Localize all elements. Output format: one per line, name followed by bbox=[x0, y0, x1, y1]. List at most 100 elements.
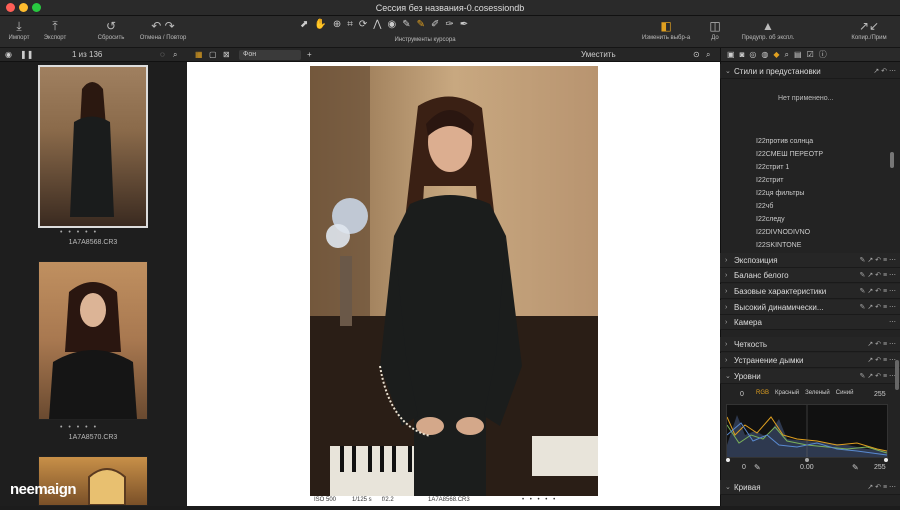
exposure-warning-button[interactable]: ▲ Предупр. об экспл. bbox=[738, 18, 798, 43]
viewer-search-icon[interactable]: ⌕ bbox=[706, 48, 710, 62]
style-item[interactable]: I22DIVNODIVNO bbox=[756, 226, 823, 239]
single-view-icon[interactable]: ▢ bbox=[209, 48, 217, 62]
exposure-section[interactable]: › Экспозиция ✎ ↗ ↶ ≡ ⋯ bbox=[720, 253, 900, 268]
pause-icon[interactable]: ❚❚ bbox=[20, 48, 33, 62]
levels-mid-handle[interactable] bbox=[805, 458, 809, 462]
output-tab-icon[interactable]: ⓘ bbox=[819, 48, 827, 61]
style-item[interactable]: I22SKINTONE bbox=[756, 239, 823, 247]
dehaze-section[interactable]: › Устранение дымки ↗ ↶ ≡ ⋯ bbox=[720, 353, 900, 368]
style-item[interactable]: I22против солнца bbox=[756, 135, 823, 148]
zoom-icon[interactable]: ⊕ bbox=[333, 19, 341, 30]
levels-histogram[interactable] bbox=[726, 404, 888, 458]
change-variant-button[interactable]: ◧ Изменить выбр-а bbox=[636, 18, 696, 43]
levels-output-high[interactable]: 255 bbox=[874, 464, 886, 471]
levels-left-handle[interactable] bbox=[726, 458, 730, 462]
channel-tab-green[interactable]: Зеленый bbox=[805, 390, 830, 396]
levels-right-handle[interactable] bbox=[884, 458, 888, 462]
close-window-button[interactable] bbox=[6, 3, 15, 12]
undo-redo-icon: ↶ ↷ bbox=[151, 19, 175, 33]
compare-view-icon[interactable]: ⊠ bbox=[223, 48, 230, 62]
picker-icon[interactable]: ✎ bbox=[402, 19, 410, 30]
section-actions-icon[interactable]: ↗ ↶ ≡ ⋯ bbox=[867, 480, 896, 495]
rotate-icon[interactable]: ⟳ bbox=[359, 19, 367, 30]
style-item[interactable]: I22ця фильтры bbox=[756, 187, 823, 200]
styles-section-header[interactable]: ⌄ Стили и предустановки ↗ ↶ ⋯ bbox=[720, 64, 900, 79]
thumbnail-1-rating[interactable]: • • • • • bbox=[60, 229, 98, 236]
section-actions-icon[interactable]: ✎ ↗ ↶ ≡ ⋯ bbox=[860, 300, 896, 315]
section-actions-icon[interactable]: ↗ ↶ ≡ ⋯ bbox=[867, 337, 896, 352]
section-actions-icon[interactable]: ✎ ↗ ↶ ≡ ⋯ bbox=[860, 284, 896, 299]
crop-icon[interactable]: ⌗ bbox=[347, 19, 353, 30]
capture-tab-icon[interactable]: ◙ bbox=[740, 48, 745, 61]
brush-icon[interactable]: ✎ bbox=[417, 19, 425, 30]
channel-tab-red[interactable]: Красный bbox=[775, 390, 799, 396]
warning-icon: ▲ bbox=[762, 19, 774, 33]
status-rating[interactable]: • • • • • bbox=[522, 497, 557, 503]
section-actions-icon[interactable]: ✎ ↗ ↶ ≡ ⋯ bbox=[860, 253, 896, 268]
undo-redo-button[interactable]: ↶ ↷ Отмена / Повтор bbox=[134, 18, 192, 43]
fit-label[interactable]: Уместить bbox=[581, 48, 616, 62]
section-actions-icon[interactable]: ✎ ↗ ↶ ≡ ⋯ bbox=[860, 268, 896, 283]
copy-apply-button[interactable]: ↗↙ Копир./Прим bbox=[840, 18, 898, 43]
annotate-icon[interactable]: ✒ bbox=[460, 19, 468, 30]
import-icon: ⤓ bbox=[16, 19, 22, 33]
style-item[interactable]: I22следу bbox=[756, 213, 823, 226]
eraser-icon[interactable]: ✐ bbox=[431, 19, 439, 30]
highlight-picker-icon[interactable]: ✎ bbox=[852, 463, 859, 472]
channel-tab-rgb[interactable]: RGB bbox=[756, 390, 769, 396]
zoom-fit-icon[interactable]: ⊙ bbox=[693, 48, 700, 62]
levels-input-low[interactable]: 0 bbox=[740, 391, 744, 398]
levels-input-high[interactable]: 255 bbox=[874, 391, 886, 398]
browser-filter-icon[interactable]: ◌ bbox=[160, 48, 165, 62]
panel-scrollbar[interactable] bbox=[895, 360, 899, 390]
thumbnail-1[interactable] bbox=[38, 65, 148, 228]
select-cursor-icon[interactable]: ⬈ bbox=[300, 19, 308, 30]
spot-icon[interactable]: ◉ bbox=[387, 19, 396, 30]
section-actions-icon[interactable]: ✎ ↗ ↶ ≡ ⋯ bbox=[860, 369, 896, 384]
style-item[interactable]: I22чб bbox=[756, 200, 823, 213]
view-eye-icon[interactable]: ◉ bbox=[5, 48, 12, 62]
high-dynamic-range-section[interactable]: › Высокий динамически... ✎ ↗ ↶ ≡ ⋯ bbox=[720, 300, 900, 315]
styles-scrollbar[interactable] bbox=[890, 152, 894, 168]
library-tab-icon[interactable]: ▣ bbox=[727, 48, 735, 61]
main-photo[interactable] bbox=[310, 66, 598, 496]
pan-hand-icon[interactable]: ✋ bbox=[314, 19, 326, 30]
before-button[interactable]: ◫ До bbox=[700, 18, 730, 43]
main-toolbar: ⤓ Импорт ⤒ Экспорт ↺ Сбросить ↶ ↷ Отмена… bbox=[0, 16, 900, 48]
import-button[interactable]: ⤓ Импорт bbox=[4, 18, 34, 43]
reset-button[interactable]: ↺ Сбросить bbox=[92, 18, 130, 43]
export-button[interactable]: ⤒ Экспорт bbox=[38, 18, 72, 43]
zoom-window-button[interactable] bbox=[32, 3, 41, 12]
white-balance-section[interactable]: › Баланс белого ✎ ↗ ↶ ≡ ⋯ bbox=[720, 268, 900, 283]
section-actions-icon[interactable]: ↗ ↶ ≡ ⋯ bbox=[867, 353, 896, 368]
add-icon[interactable]: + bbox=[307, 48, 312, 62]
thumbnail-2[interactable] bbox=[38, 261, 148, 420]
gradient-icon[interactable]: ✑ bbox=[445, 19, 453, 30]
style-item[interactable]: I22СМЕШ ПЕРЕОТР bbox=[756, 148, 823, 161]
levels-section[interactable]: ⌄ Уровни ✎ ↗ ↶ ≡ ⋯ bbox=[720, 369, 900, 384]
keystone-icon[interactable]: ⋀ bbox=[373, 19, 381, 30]
levels-midpoint[interactable]: 0.00 bbox=[800, 464, 814, 471]
levels-output-low[interactable]: 0 bbox=[742, 464, 746, 471]
base-characteristics-section[interactable]: › Базовые характеристики ✎ ↗ ↶ ≡ ⋯ bbox=[720, 284, 900, 299]
channel-tab-blue[interactable]: Синий bbox=[836, 390, 854, 396]
thumbnail-2-rating[interactable]: • • • • • bbox=[60, 424, 98, 431]
clarity-section[interactable]: › Четкость ↗ ↶ ≡ ⋯ bbox=[720, 337, 900, 352]
shadow-picker-icon[interactable]: ✎ bbox=[754, 463, 761, 472]
grid-view-icon[interactable]: ▦ bbox=[195, 48, 203, 62]
style-item[interactable]: I22стрит 1 bbox=[756, 161, 823, 174]
adjustments-tab-icon[interactable]: ▤ bbox=[794, 48, 802, 61]
section-actions-icon[interactable]: ⋯ bbox=[889, 315, 896, 330]
metadata-tab-icon[interactable]: ☑ bbox=[807, 48, 814, 61]
minimize-window-button[interactable] bbox=[19, 3, 28, 12]
style-item[interactable]: I22стрит bbox=[756, 174, 823, 187]
background-select[interactable]: Фон bbox=[239, 50, 301, 60]
camera-section[interactable]: › Камера ⋯ bbox=[720, 315, 900, 330]
curve-section[interactable]: ⌄ Кривая ↗ ↶ ≡ ⋯ bbox=[720, 480, 900, 495]
details-tab-icon[interactable]: ⌕ bbox=[785, 48, 789, 61]
lens-tab-icon[interactable]: ◎ bbox=[749, 48, 756, 61]
browser-search-icon[interactable]: ⌕ bbox=[173, 48, 177, 62]
color-tab-icon[interactable]: ◍ bbox=[761, 48, 768, 61]
section-actions-icon[interactable]: ↗ ↶ ⋯ bbox=[873, 64, 896, 79]
exposure-tab-icon[interactable]: ◆ bbox=[773, 48, 779, 61]
